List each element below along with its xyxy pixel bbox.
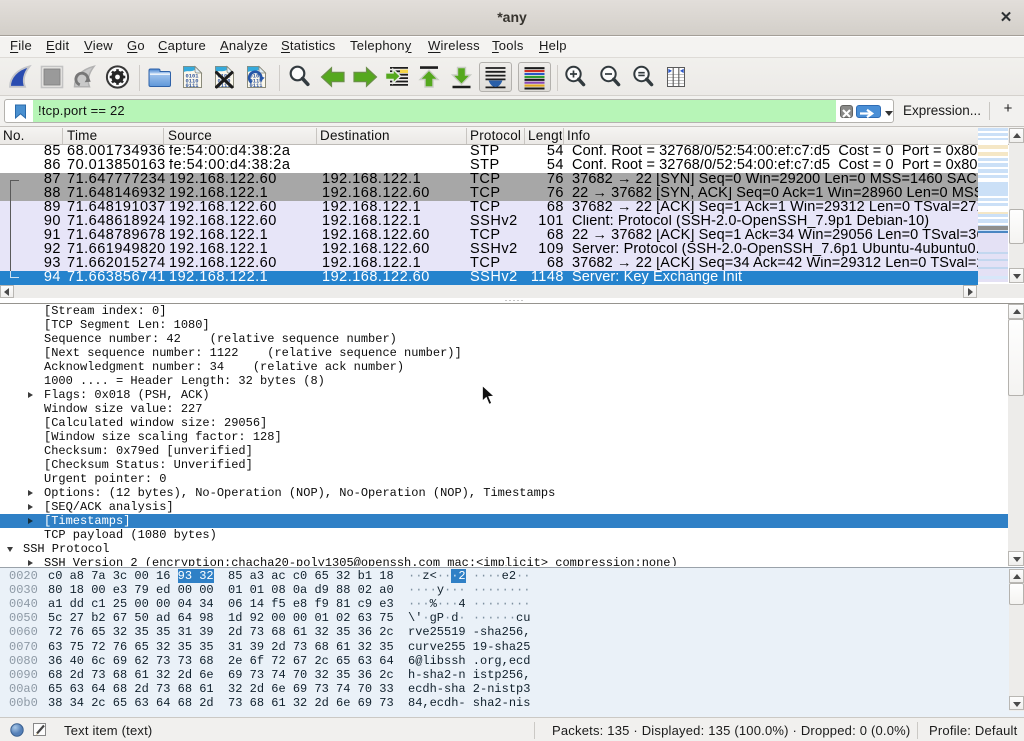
svg-text:0111: 0111 — [250, 83, 263, 89]
svg-text:0111: 0111 — [186, 83, 199, 89]
